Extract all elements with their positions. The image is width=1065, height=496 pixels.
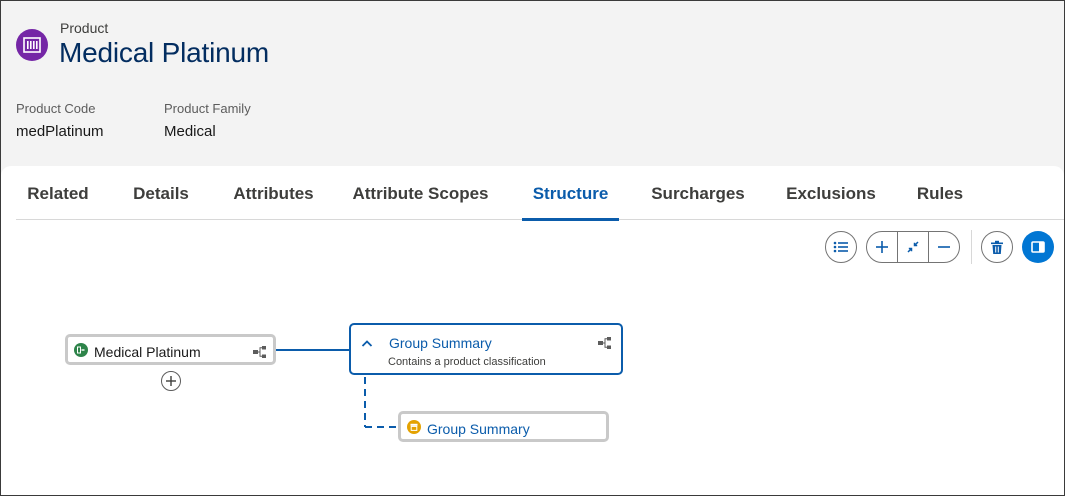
tab-bar: Related Details Attributes Attribute Sco… <box>16 167 1064 221</box>
tab-details[interactable]: Details <box>125 167 197 220</box>
page-title: Medical Platinum <box>59 37 269 68</box>
hierarchy-icon[interactable] <box>598 336 612 354</box>
panel-icon <box>1031 241 1045 253</box>
tree-node-label: Group Summary <box>427 421 530 437</box>
toggle-panel-button[interactable] <box>1022 231 1054 263</box>
list-view-button[interactable] <box>825 231 857 263</box>
zoom-in-button[interactable] <box>867 232 897 262</box>
zoom-button-group <box>866 231 960 263</box>
tree-node-group[interactable]: Group Summary Contains a product classif… <box>349 323 623 375</box>
toolbar-divider <box>971 230 972 264</box>
field-value: Medical <box>164 123 216 140</box>
delete-icon <box>991 240 1003 254</box>
tab-exclusions[interactable]: Exclusions <box>781 167 881 220</box>
chevron-up-icon[interactable] <box>361 336 373 354</box>
app-frame: Product Medical Platinum Product Code me… <box>0 0 1065 496</box>
tab-attribute-scopes[interactable]: Attribute Scopes <box>350 167 491 220</box>
plus-icon <box>876 241 888 253</box>
tree-node-label: Medical Platinum <box>94 344 201 360</box>
tab-related[interactable]: Related <box>16 167 100 220</box>
tree-node-root[interactable]: Medical Platinum <box>65 334 276 365</box>
tab-surcharges[interactable]: Surcharges <box>648 167 748 220</box>
field-value: medPlatinum <box>16 123 104 140</box>
delete-button[interactable] <box>981 231 1013 263</box>
field-product-code: Product Code medPlatinum <box>16 101 104 140</box>
minus-icon <box>938 246 950 248</box>
tab-attributes[interactable]: Attributes <box>225 167 322 220</box>
product-icon <box>16 29 48 61</box>
fit-to-view-button[interactable] <box>897 232 928 262</box>
record-header: Product Medical Platinum Product Code me… <box>1 1 1064 187</box>
tab-rules[interactable]: Rules <box>912 167 968 220</box>
group-icon <box>407 420 421 434</box>
object-type-label: Product <box>60 20 109 36</box>
field-label: Product Code <box>16 101 96 116</box>
group-node-title: Group Summary <box>389 335 492 351</box>
zoom-out-button[interactable] <box>928 232 959 262</box>
field-label: Product Family <box>164 101 251 116</box>
tree-node-child[interactable]: Group Summary <box>398 411 609 442</box>
product-icon <box>74 343 88 357</box>
group-node-description: Contains a product classification <box>388 356 546 368</box>
list-icon <box>833 241 848 253</box>
add-node-button[interactable] <box>161 371 181 391</box>
tab-structure[interactable]: Structure <box>522 167 619 221</box>
plus-icon <box>166 376 176 386</box>
collapse-icon <box>907 241 919 253</box>
field-product-family: Product Family Medical <box>164 101 251 140</box>
hierarchy-icon[interactable] <box>253 345 267 363</box>
